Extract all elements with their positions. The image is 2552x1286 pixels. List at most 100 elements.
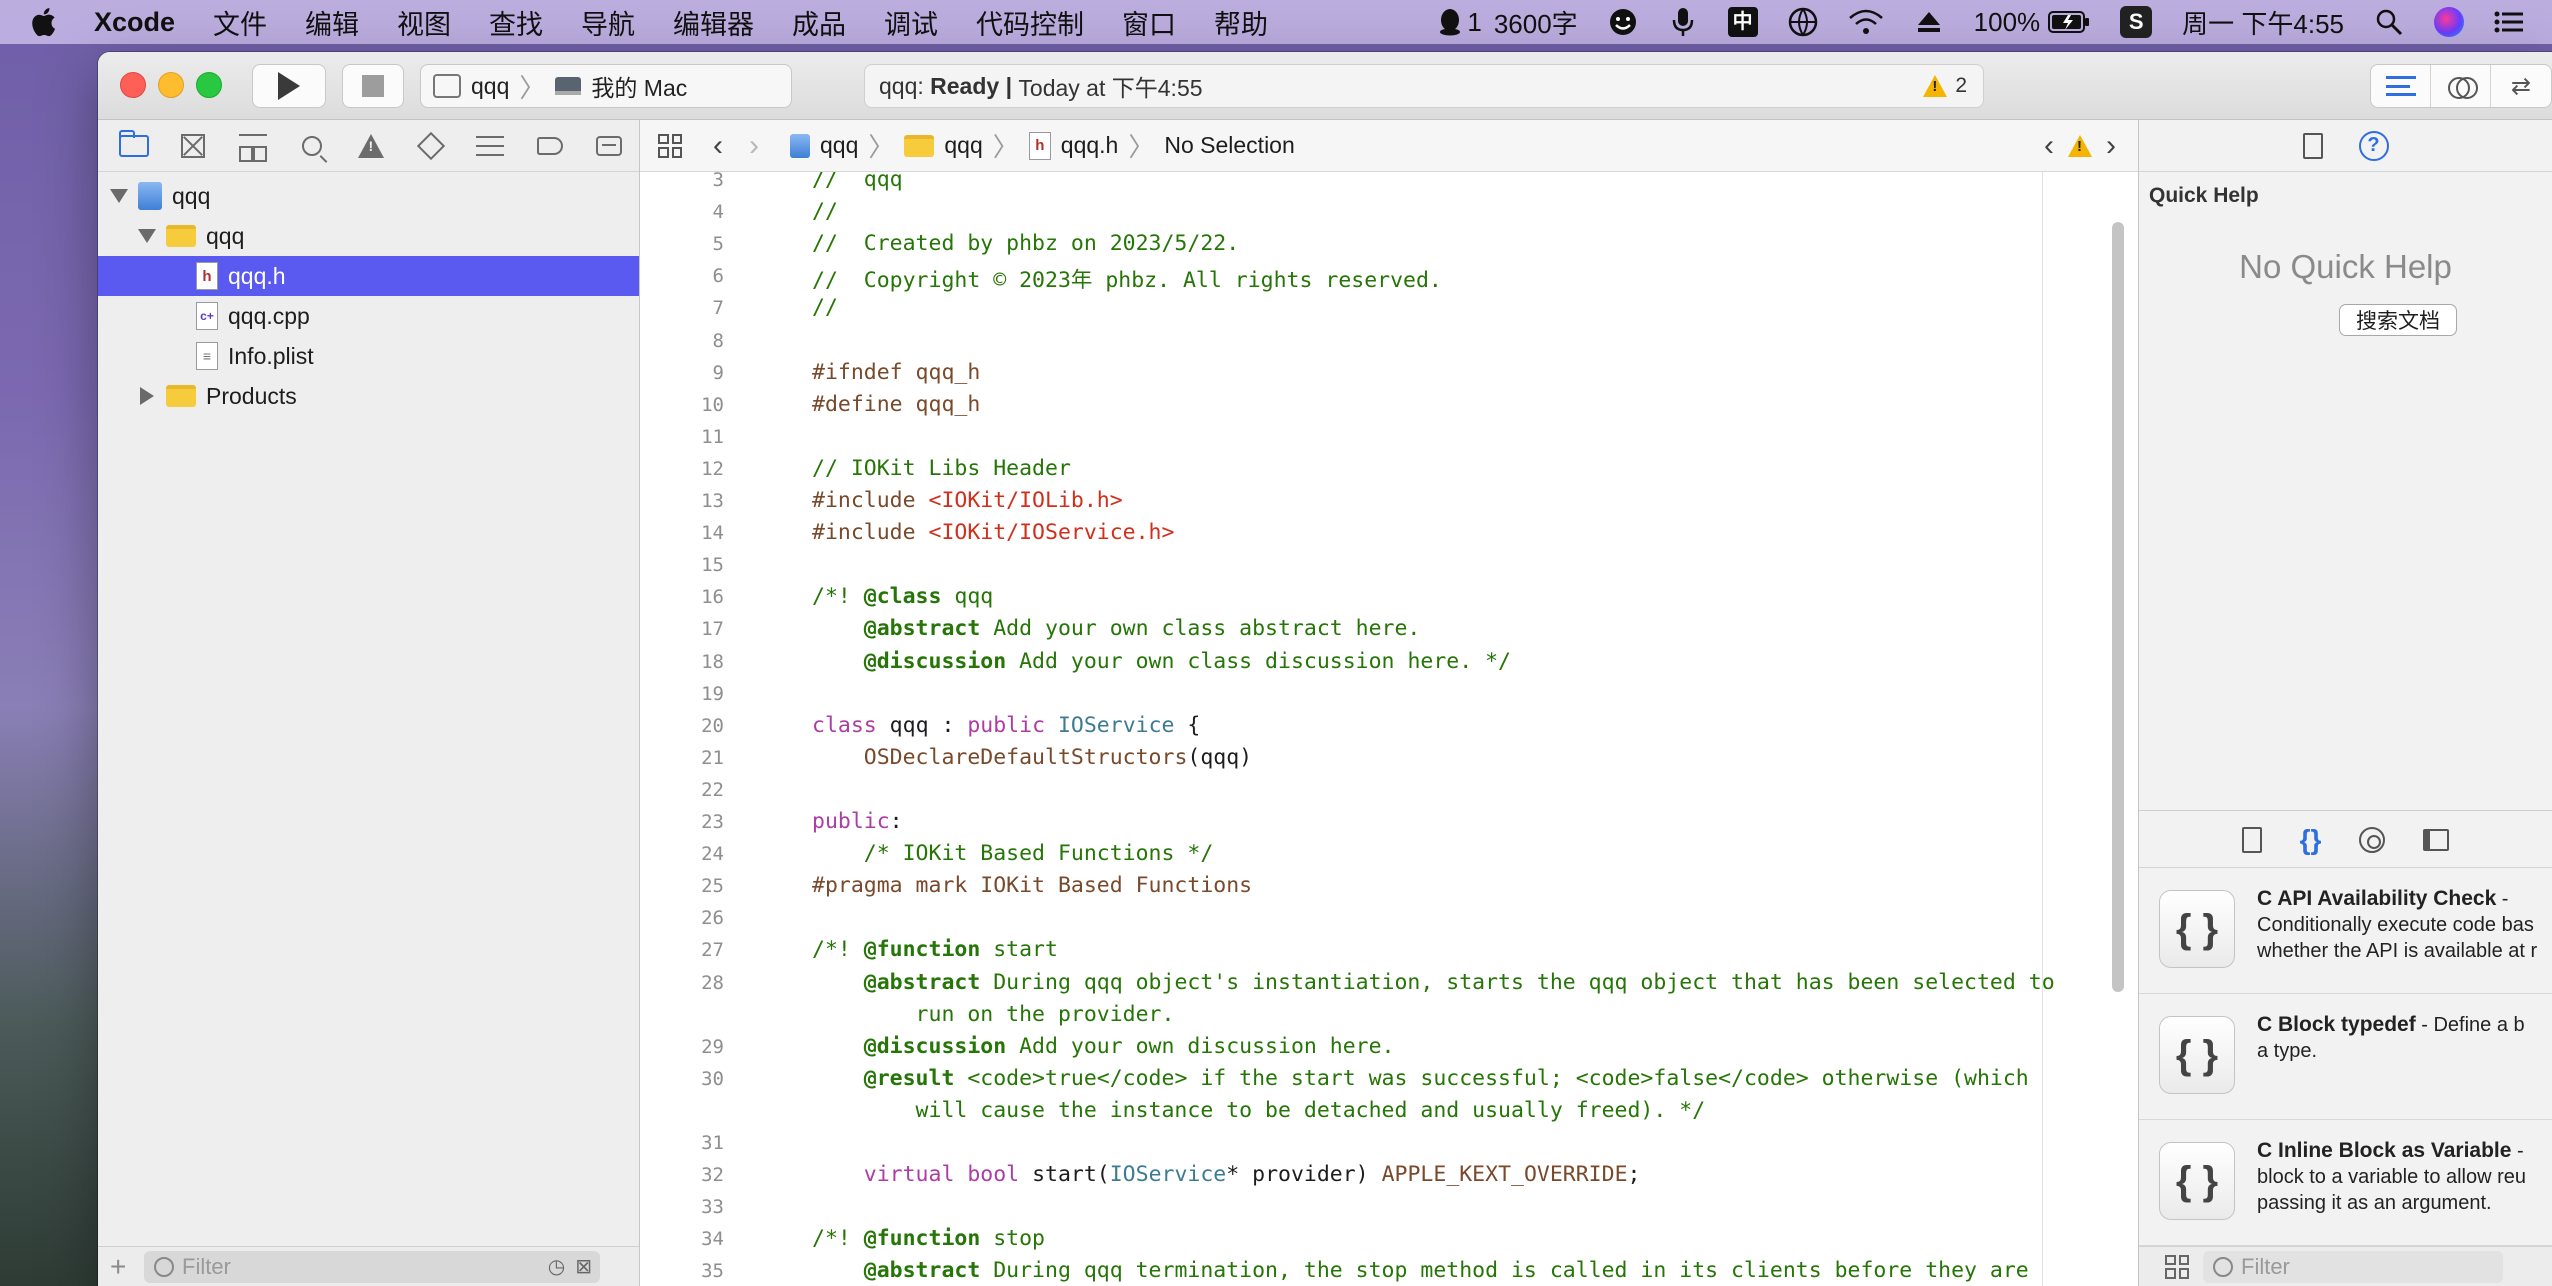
media-library-icon[interactable] [2423, 828, 2450, 851]
tab-project-navigator[interactable] [104, 126, 163, 166]
menu-clock[interactable]: 周一 下午4:55 [2182, 4, 2344, 41]
previous-issue-icon[interactable]: ‹ [2044, 129, 2054, 163]
tab-find-navigator[interactable] [282, 126, 341, 166]
menu-edit[interactable]: 编辑 [305, 3, 359, 42]
tree-row-file-selected[interactable]: h qqq.h [98, 256, 639, 296]
disclosure-closed-icon[interactable] [140, 387, 154, 405]
input-method-indicator[interactable]: 中 [1727, 7, 1758, 37]
tree-row-file[interactable]: c+ qqq.cpp [98, 296, 639, 336]
tab-breakpoint-navigator[interactable] [520, 126, 579, 166]
code-line[interactable]: // qqq [812, 172, 903, 192]
scheme-name[interactable]: qqq [471, 73, 509, 100]
stop-button[interactable] [342, 64, 404, 108]
library-filter-input[interactable]: Filter [2203, 1250, 2503, 1283]
code-line[interactable]: OSDeclareDefaultStructors(qqq) [812, 745, 1252, 770]
menu-file[interactable]: 文件 [213, 3, 267, 42]
grid-view-icon[interactable] [2165, 1254, 2189, 1279]
tab-source-control[interactable] [163, 126, 222, 166]
code-line[interactable]: #pragma mark IOKit Based Functions [812, 873, 1252, 898]
code-line[interactable]: will cause the instance to be detached a… [812, 1098, 1706, 1123]
sogou-input-icon[interactable]: S [2120, 6, 2153, 38]
tab-symbol-navigator[interactable] [223, 126, 282, 166]
navigator-filter-input[interactable]: Filter ◷ ⊠ [144, 1250, 600, 1283]
battery-icon[interactable] [2048, 7, 2090, 37]
qq-status[interactable]: 1 [1439, 7, 1482, 37]
scheme-selector[interactable]: qqq 〉 我的 Mac [420, 64, 792, 108]
tree-row-group[interactable]: Products [98, 376, 639, 416]
menu-debug[interactable]: 调试 [884, 3, 938, 42]
quick-help-icon[interactable]: ? [2358, 130, 2389, 161]
code-line[interactable]: @abstract During qqq termination, the st… [812, 1258, 2029, 1283]
disclosure-open-icon[interactable] [138, 229, 156, 243]
code-line[interactable]: #include <IOKit/IOLib.h> [812, 488, 1123, 513]
code-line[interactable]: class qqq : public IOService { [812, 713, 1200, 738]
code-line[interactable]: public: [812, 809, 903, 834]
code-line[interactable]: #define qqq_h [812, 392, 980, 417]
code-line[interactable]: // [812, 295, 838, 320]
vertical-scrollbar[interactable] [2112, 222, 2124, 992]
tree-row-project[interactable]: qqq [98, 176, 639, 216]
object-library-icon[interactable] [2359, 826, 2386, 853]
menu-window[interactable]: 窗口 [1122, 3, 1176, 42]
search-docs-button[interactable]: 搜索文档 [2339, 304, 2457, 336]
code-line[interactable]: @abstract Add your own class abstract he… [812, 616, 1421, 641]
code-line[interactable]: // Created by phbz on 2023/5/22. [812, 231, 1239, 256]
warning-indicator[interactable]: 2 [1923, 74, 1967, 98]
tab-report-navigator[interactable] [580, 126, 639, 166]
code-line[interactable]: // [812, 199, 838, 224]
breadcrumb-group[interactable]: qqq [944, 132, 982, 159]
snippet-item[interactable]: { } C Inline Block as Variable - block t… [2139, 1120, 2552, 1246]
minimize-window-button[interactable] [158, 72, 184, 98]
menu-navigate[interactable]: 导航 [581, 3, 635, 42]
code-line[interactable]: /* IOKit Based Functions */ [812, 841, 1214, 866]
code-line[interactable]: @result <code>true</code> if the start w… [812, 1066, 2029, 1091]
siri-icon[interactable] [2434, 7, 2464, 37]
snippet-item[interactable]: { } C Block typedef - Define a b a type. [2139, 994, 2552, 1120]
close-window-button[interactable] [120, 72, 146, 98]
tab-test-navigator[interactable] [401, 126, 460, 166]
recent-files-clock-icon[interactable]: ◷ [548, 1254, 565, 1279]
code-line[interactable]: @discussion Add your own discussion here… [812, 1034, 1395, 1059]
tab-debug-navigator[interactable] [461, 126, 520, 166]
app-name-menu[interactable]: Xcode [94, 7, 175, 38]
spotlight-search-icon[interactable] [2374, 7, 2404, 37]
run-button[interactable] [252, 64, 326, 108]
code-line[interactable]: virtual bool start(IOService* provider) … [812, 1162, 1641, 1187]
breadcrumb-symbol[interactable]: No Selection [1164, 132, 1294, 159]
globe-icon[interactable] [1788, 7, 1818, 37]
code-line[interactable]: run on the provider. [812, 1002, 1175, 1027]
menu-find[interactable]: 查找 [489, 3, 543, 42]
source-editor[interactable]: 3 4 5 6 7 8 9 10 11 12 13 14 15 16 17 18 19 20 21 22 23 24 25 2… [640, 172, 2138, 1286]
code-line[interactable]: // Copyright © 2023年 phbz. All rights re… [812, 263, 1442, 294]
code-line[interactable]: #include <IOKit/IOService.h> [812, 520, 1174, 545]
next-issue-icon[interactable]: › [2106, 129, 2116, 163]
wifi-icon[interactable] [1848, 7, 1884, 37]
code-line[interactable]: // IOKit Libs Header [812, 456, 1071, 481]
snippet-item[interactable]: { } C API Availability Check - Condition… [2139, 868, 2552, 994]
file-template-icon[interactable] [2241, 826, 2262, 853]
tab-issue-navigator[interactable] [342, 126, 401, 166]
breadcrumb-file[interactable]: qqq.h [1061, 132, 1119, 159]
source-control-filter-icon[interactable]: ⊠ [575, 1254, 592, 1279]
related-items-icon[interactable] [658, 133, 682, 158]
eject-icon[interactable] [1914, 7, 1944, 37]
smiley-icon[interactable] [1608, 7, 1638, 37]
add-file-button[interactable]: + [110, 1251, 132, 1283]
run-destination[interactable]: 我的 Mac [591, 69, 687, 103]
standard-editor-button[interactable] [2371, 65, 2431, 107]
breadcrumb-project[interactable]: qqq [820, 132, 858, 159]
back-arrow-icon[interactable]: ‹ [708, 129, 728, 163]
microphone-icon[interactable] [1668, 7, 1698, 37]
tree-row-group[interactable]: qqq [98, 216, 639, 256]
code-line[interactable]: @discussion Add your own class discussio… [812, 649, 1511, 674]
code-line[interactable]: /*! @class qqq [812, 584, 993, 609]
battery-percent[interactable]: 100% [1974, 7, 2041, 38]
file-inspector-icon[interactable] [2302, 132, 2323, 159]
code-line[interactable]: /*! @function stop [812, 1226, 1045, 1251]
tree-row-file[interactable]: ≡ Info.plist [98, 336, 639, 376]
library-divider[interactable] [2139, 810, 2552, 811]
zoom-window-button[interactable] [196, 72, 222, 98]
code-snippet-icon[interactable]: {} [2300, 824, 2322, 856]
disclosure-open-icon[interactable] [110, 189, 128, 203]
warning-icon[interactable] [2068, 134, 2092, 157]
